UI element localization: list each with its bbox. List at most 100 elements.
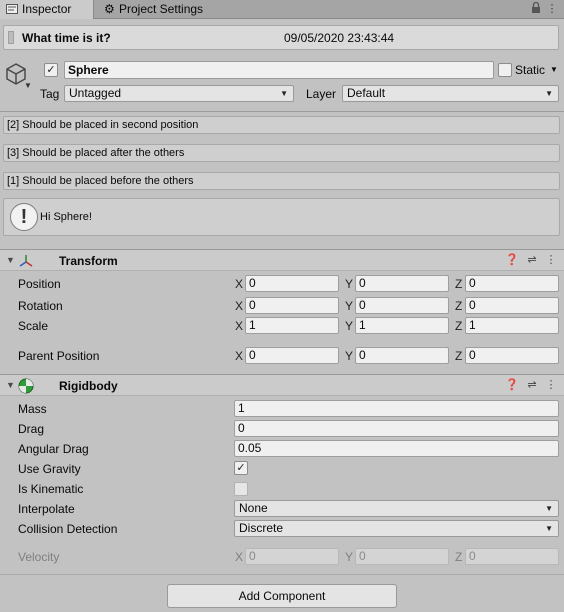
footer-divider xyxy=(0,574,564,575)
transform-title: Transform xyxy=(59,254,118,268)
axis-z-label: Z xyxy=(455,550,463,564)
chevron-down-icon: ▼ xyxy=(545,524,553,533)
collision-detection-label: Collision Detection xyxy=(18,522,118,536)
scale-z-field[interactable]: 1 xyxy=(465,317,559,334)
tag-label: Tag xyxy=(40,87,60,101)
static-label: Static xyxy=(515,63,546,77)
transform-header[interactable]: ▼ Transform ❓ ⇌ ⋮ xyxy=(0,249,564,271)
rotation-z-field[interactable]: 0 xyxy=(465,297,559,314)
parent-position-y-field[interactable]: 0 xyxy=(355,347,449,364)
tag-value: Untagged xyxy=(69,86,122,100)
parent-position-x-field[interactable]: 0 xyxy=(245,347,339,364)
axis-y-label: Y xyxy=(345,299,354,313)
active-checkbox[interactable]: ✓ xyxy=(44,63,58,77)
is-kinematic-label: Is Kinematic xyxy=(18,482,84,496)
name-field[interactable]: Sphere xyxy=(64,61,494,79)
rigidbody-header[interactable]: ▼ Rigidbody ❓ ⇌ ⋮ xyxy=(0,374,564,396)
position-label: Position xyxy=(18,277,61,291)
axis-z-label: Z xyxy=(455,299,463,313)
tab-inspector-label: Inspector xyxy=(22,2,72,16)
axis-y-label: Y xyxy=(345,349,354,363)
layer-label: Layer xyxy=(306,87,337,101)
interpolate-value: None xyxy=(239,501,268,515)
velocity-x-field: 0 xyxy=(245,548,339,565)
axis-z-label: Z xyxy=(455,349,463,363)
axis-x-label: X xyxy=(235,319,244,333)
transform-axes-icon xyxy=(18,253,34,269)
help-icon[interactable]: ❓ xyxy=(505,253,519,267)
more-options-icon[interactable]: ⋮ xyxy=(546,2,558,16)
position-x-field[interactable]: 0 xyxy=(245,275,339,292)
is-kinematic-checkbox[interactable] xyxy=(234,482,248,496)
help-icon[interactable]: ❓ xyxy=(505,378,519,392)
presets-icon[interactable]: ⇌ xyxy=(526,378,538,392)
rigidbody-sphere-icon xyxy=(18,378,34,394)
velocity-y-field: 0 xyxy=(355,548,449,565)
angular-drag-label: Angular Drag xyxy=(18,442,89,456)
collision-detection-value: Discrete xyxy=(239,521,284,535)
presets-icon[interactable]: ⇌ xyxy=(526,253,538,267)
rigidbody-title: Rigidbody xyxy=(59,379,118,393)
drag-label: Drag xyxy=(18,422,45,436)
info-message: [3] Should be placed after the others xyxy=(3,144,560,162)
layer-value: Default xyxy=(347,86,386,100)
axis-z-label: Z xyxy=(455,277,463,291)
static-chevron-down-icon[interactable]: ▼ xyxy=(550,65,558,74)
help-box: ! Hi Sphere! xyxy=(3,198,560,236)
position-z-field[interactable]: 0 xyxy=(465,275,559,292)
add-component-button[interactable]: Add Component xyxy=(167,584,397,608)
tab-inspector[interactable]: Inspector xyxy=(0,0,94,19)
interpolate-label: Interpolate xyxy=(18,502,75,516)
axis-x-label: X xyxy=(235,349,244,363)
info-message: [1] Should be placed before the others xyxy=(3,172,560,190)
use-gravity-label: Use Gravity xyxy=(18,462,81,476)
interpolate-dropdown[interactable]: None ▼ xyxy=(234,500,559,517)
parent-position-label: Parent Position xyxy=(18,349,100,363)
drag-strip xyxy=(8,31,14,44)
tab-project-settings-label: Project Settings xyxy=(119,2,204,16)
collision-detection-dropdown[interactable]: Discrete ▼ xyxy=(234,520,559,537)
velocity-z-field: 0 xyxy=(465,548,559,565)
parent-position-z-field[interactable]: 0 xyxy=(465,347,559,364)
scale-x-field[interactable]: 1 xyxy=(245,317,339,334)
velocity-label: Velocity xyxy=(18,550,60,564)
chevron-down-icon: ▼ xyxy=(545,504,553,513)
axis-x-label: X xyxy=(235,550,244,564)
inspector-icon xyxy=(6,1,18,14)
time-label: What time is it? xyxy=(22,31,111,45)
scale-label: Scale xyxy=(18,319,49,333)
foldout-arrow-icon[interactable]: ▼ xyxy=(6,255,15,265)
rotation-x-field[interactable]: 0 xyxy=(245,297,339,314)
axis-x-label: X xyxy=(235,277,244,291)
info-message: [2] Should be placed in second position xyxy=(3,116,560,134)
angular-drag-field[interactable]: 0.05 xyxy=(234,440,559,457)
chevron-down-icon: ▼ xyxy=(545,89,553,98)
tag-dropdown[interactable]: Untagged ▼ xyxy=(64,85,294,102)
axis-x-label: X xyxy=(235,299,244,313)
chevron-down-icon: ▼ xyxy=(280,89,288,98)
axis-y-label: Y xyxy=(345,550,354,564)
use-gravity-checkbox[interactable]: ✓ xyxy=(234,461,248,475)
axis-y-label: Y xyxy=(345,319,354,333)
static-checkbox[interactable] xyxy=(498,63,512,77)
header-divider xyxy=(0,111,564,112)
tab-project-settings[interactable]: ⚙ Project Settings xyxy=(100,0,250,19)
mass-label: Mass xyxy=(18,402,47,416)
time-value: 09/05/2020 23:43:44 xyxy=(284,31,395,45)
rotation-label: Rotation xyxy=(18,299,63,313)
position-y-field[interactable]: 0 xyxy=(355,275,449,292)
axis-z-label: Z xyxy=(455,319,463,333)
mass-field[interactable]: 1 xyxy=(234,400,559,417)
exclamation-icon: ! xyxy=(10,203,38,231)
drag-field[interactable]: 0 xyxy=(234,420,559,437)
chevron-down-icon[interactable]: ▼ xyxy=(24,81,32,90)
gear-icon: ⚙ xyxy=(104,2,115,16)
time-header: What time is it? 09/05/2020 23:43:44 xyxy=(3,25,559,50)
more-options-icon[interactable]: ⋮ xyxy=(545,253,557,267)
layer-dropdown[interactable]: Default ▼ xyxy=(342,85,559,102)
more-options-icon[interactable]: ⋮ xyxy=(545,378,557,392)
foldout-arrow-icon[interactable]: ▼ xyxy=(6,380,15,390)
rotation-y-field[interactable]: 0 xyxy=(355,297,449,314)
scale-y-field[interactable]: 1 xyxy=(355,317,449,334)
lock-icon[interactable] xyxy=(530,1,542,16)
